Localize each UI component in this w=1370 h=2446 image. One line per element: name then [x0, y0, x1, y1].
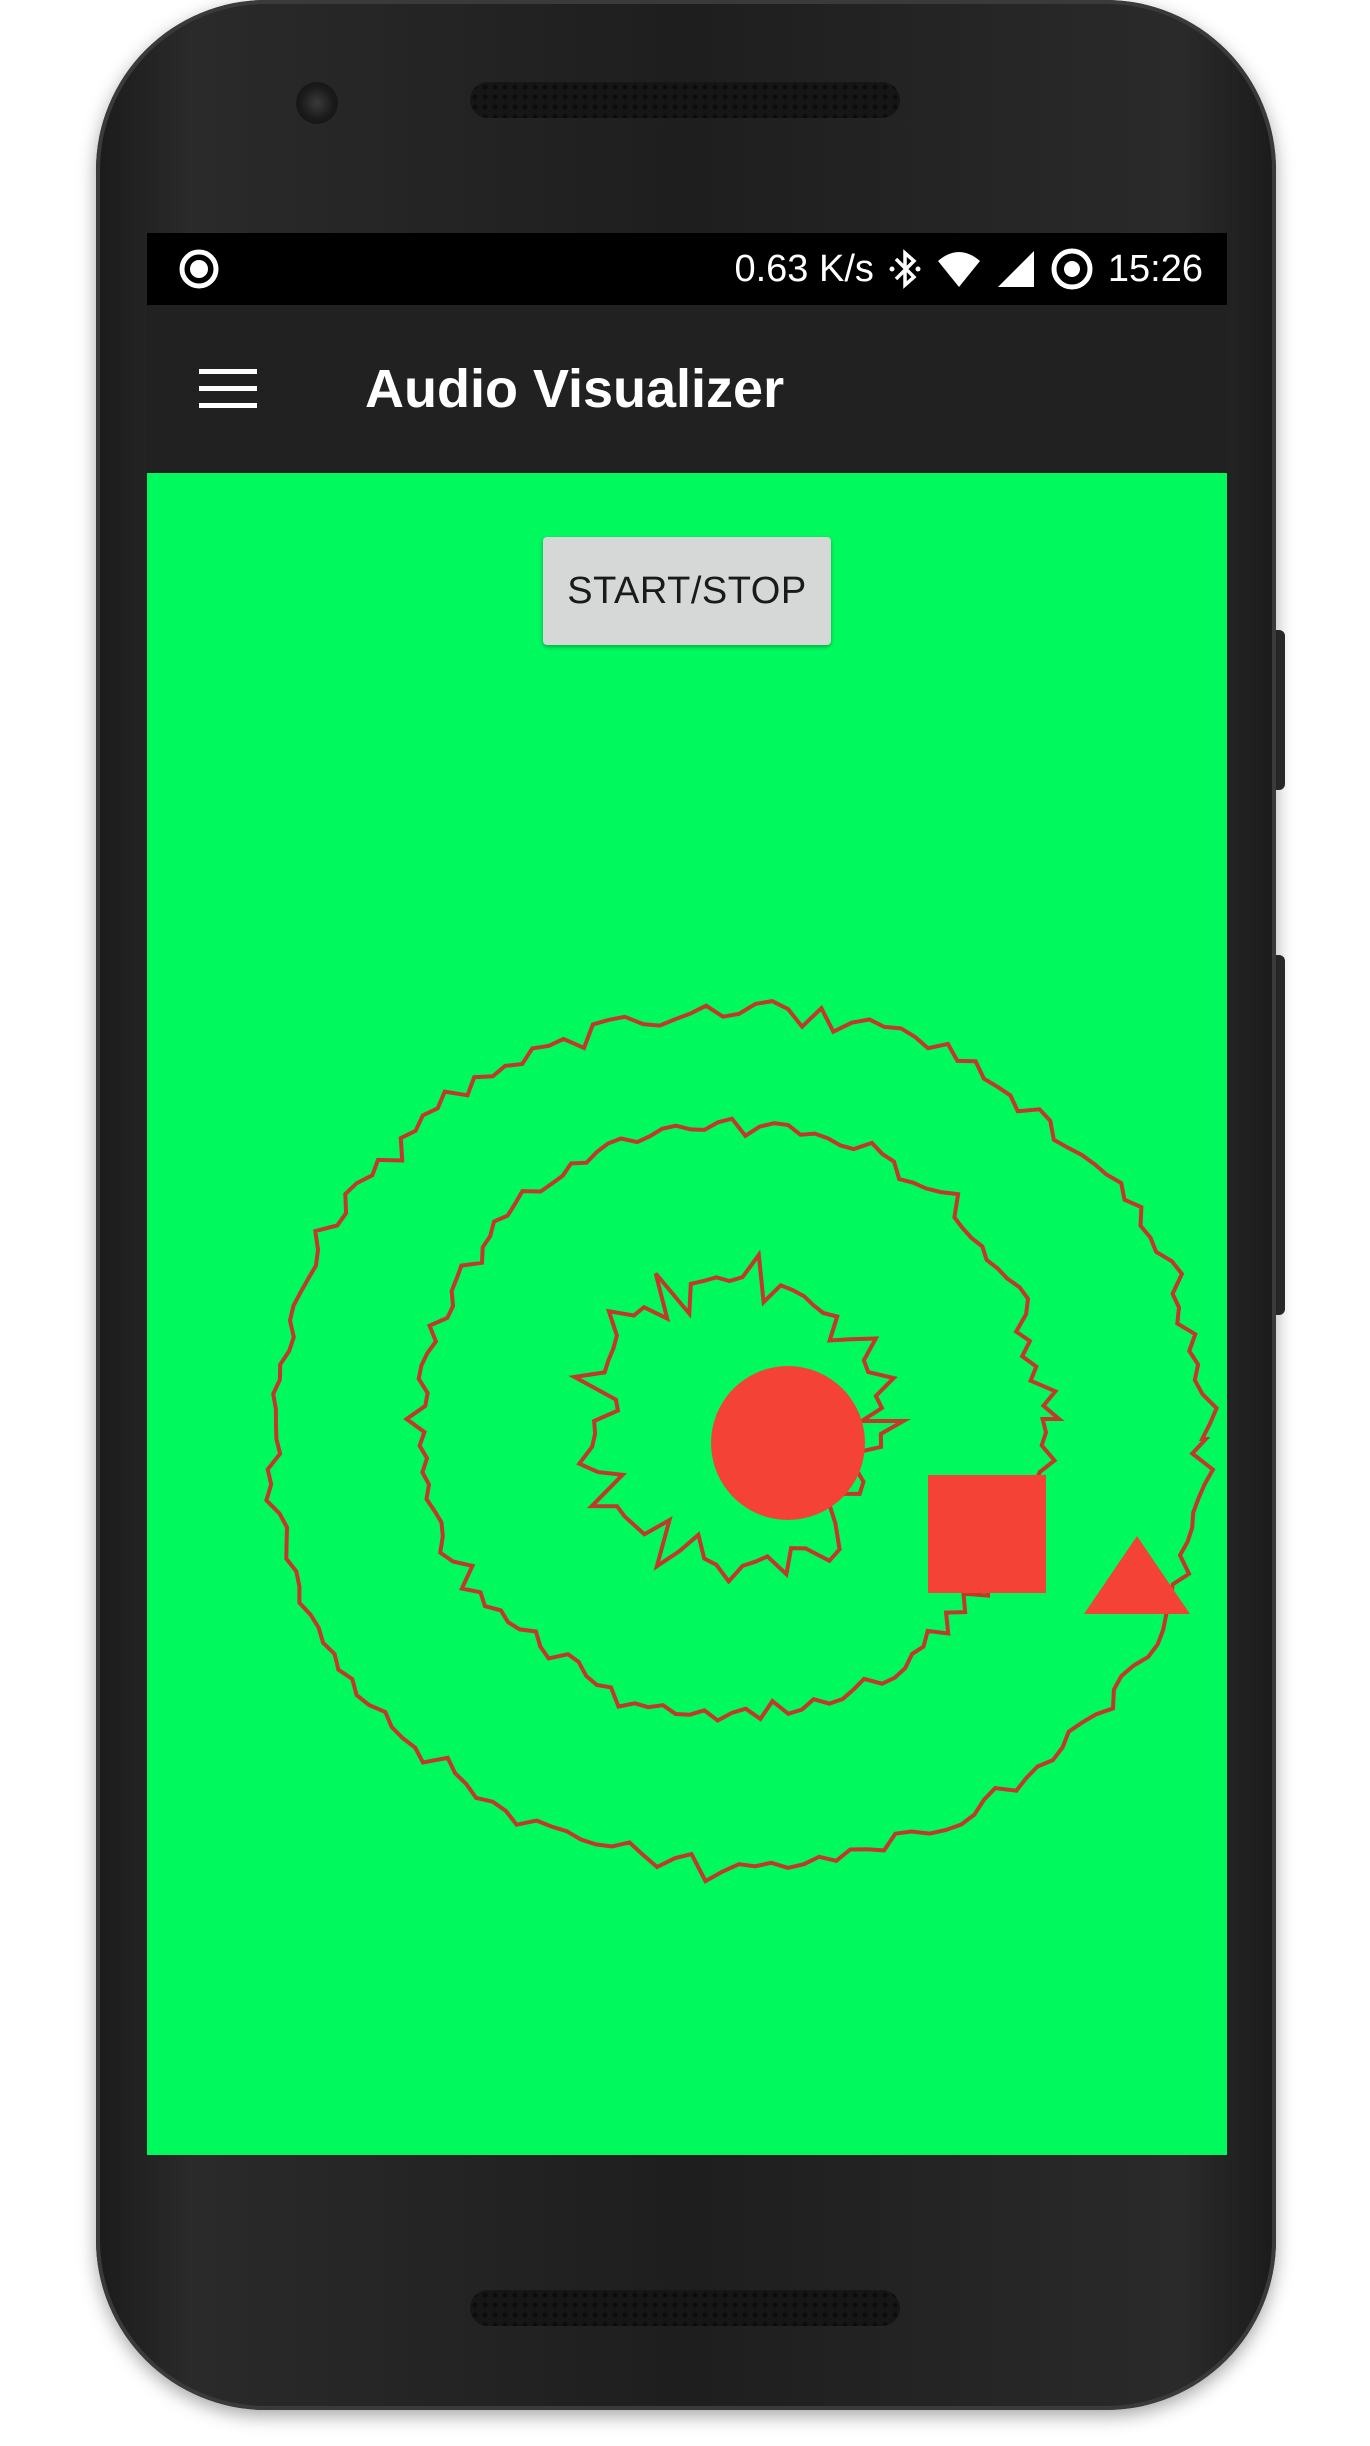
- triangle-shape: [1084, 1536, 1190, 1614]
- cell-signal-icon: [997, 251, 1034, 287]
- front-camera: [296, 82, 338, 124]
- status-time: 15:26: [1107, 247, 1203, 290]
- start-stop-button[interactable]: START/STOP: [543, 537, 831, 645]
- status-icons: 0.63 K/s 15:26: [734, 233, 1203, 305]
- app-title: Audio Visualizer: [365, 359, 785, 419]
- bottom-speaker-grille: [470, 2290, 900, 2326]
- visualizer-content: START/STOP: [147, 473, 1227, 2155]
- wifi-icon: [937, 252, 980, 287]
- record-indicator-icon: [179, 249, 219, 289]
- network-speed: 0.63 K/s: [734, 247, 874, 290]
- screen: 0.63 K/s 15:26 Audio Visualizer START/ST…: [147, 233, 1227, 2155]
- square-shape: [928, 1475, 1046, 1593]
- sync-icon: [1051, 248, 1093, 290]
- status-bar: 0.63 K/s 15:26: [147, 233, 1227, 305]
- circle-shape: [711, 1366, 865, 1520]
- bluetooth-icon: [889, 249, 921, 289]
- app-bar: Audio Visualizer: [147, 305, 1227, 473]
- visualizer-canvas: [264, 999, 1219, 1884]
- device-frame: 0.63 K/s 15:26 Audio Visualizer START/ST…: [0, 0, 1370, 2446]
- top-speaker-grille: [470, 82, 900, 118]
- hamburger-menu-icon[interactable]: [199, 361, 257, 417]
